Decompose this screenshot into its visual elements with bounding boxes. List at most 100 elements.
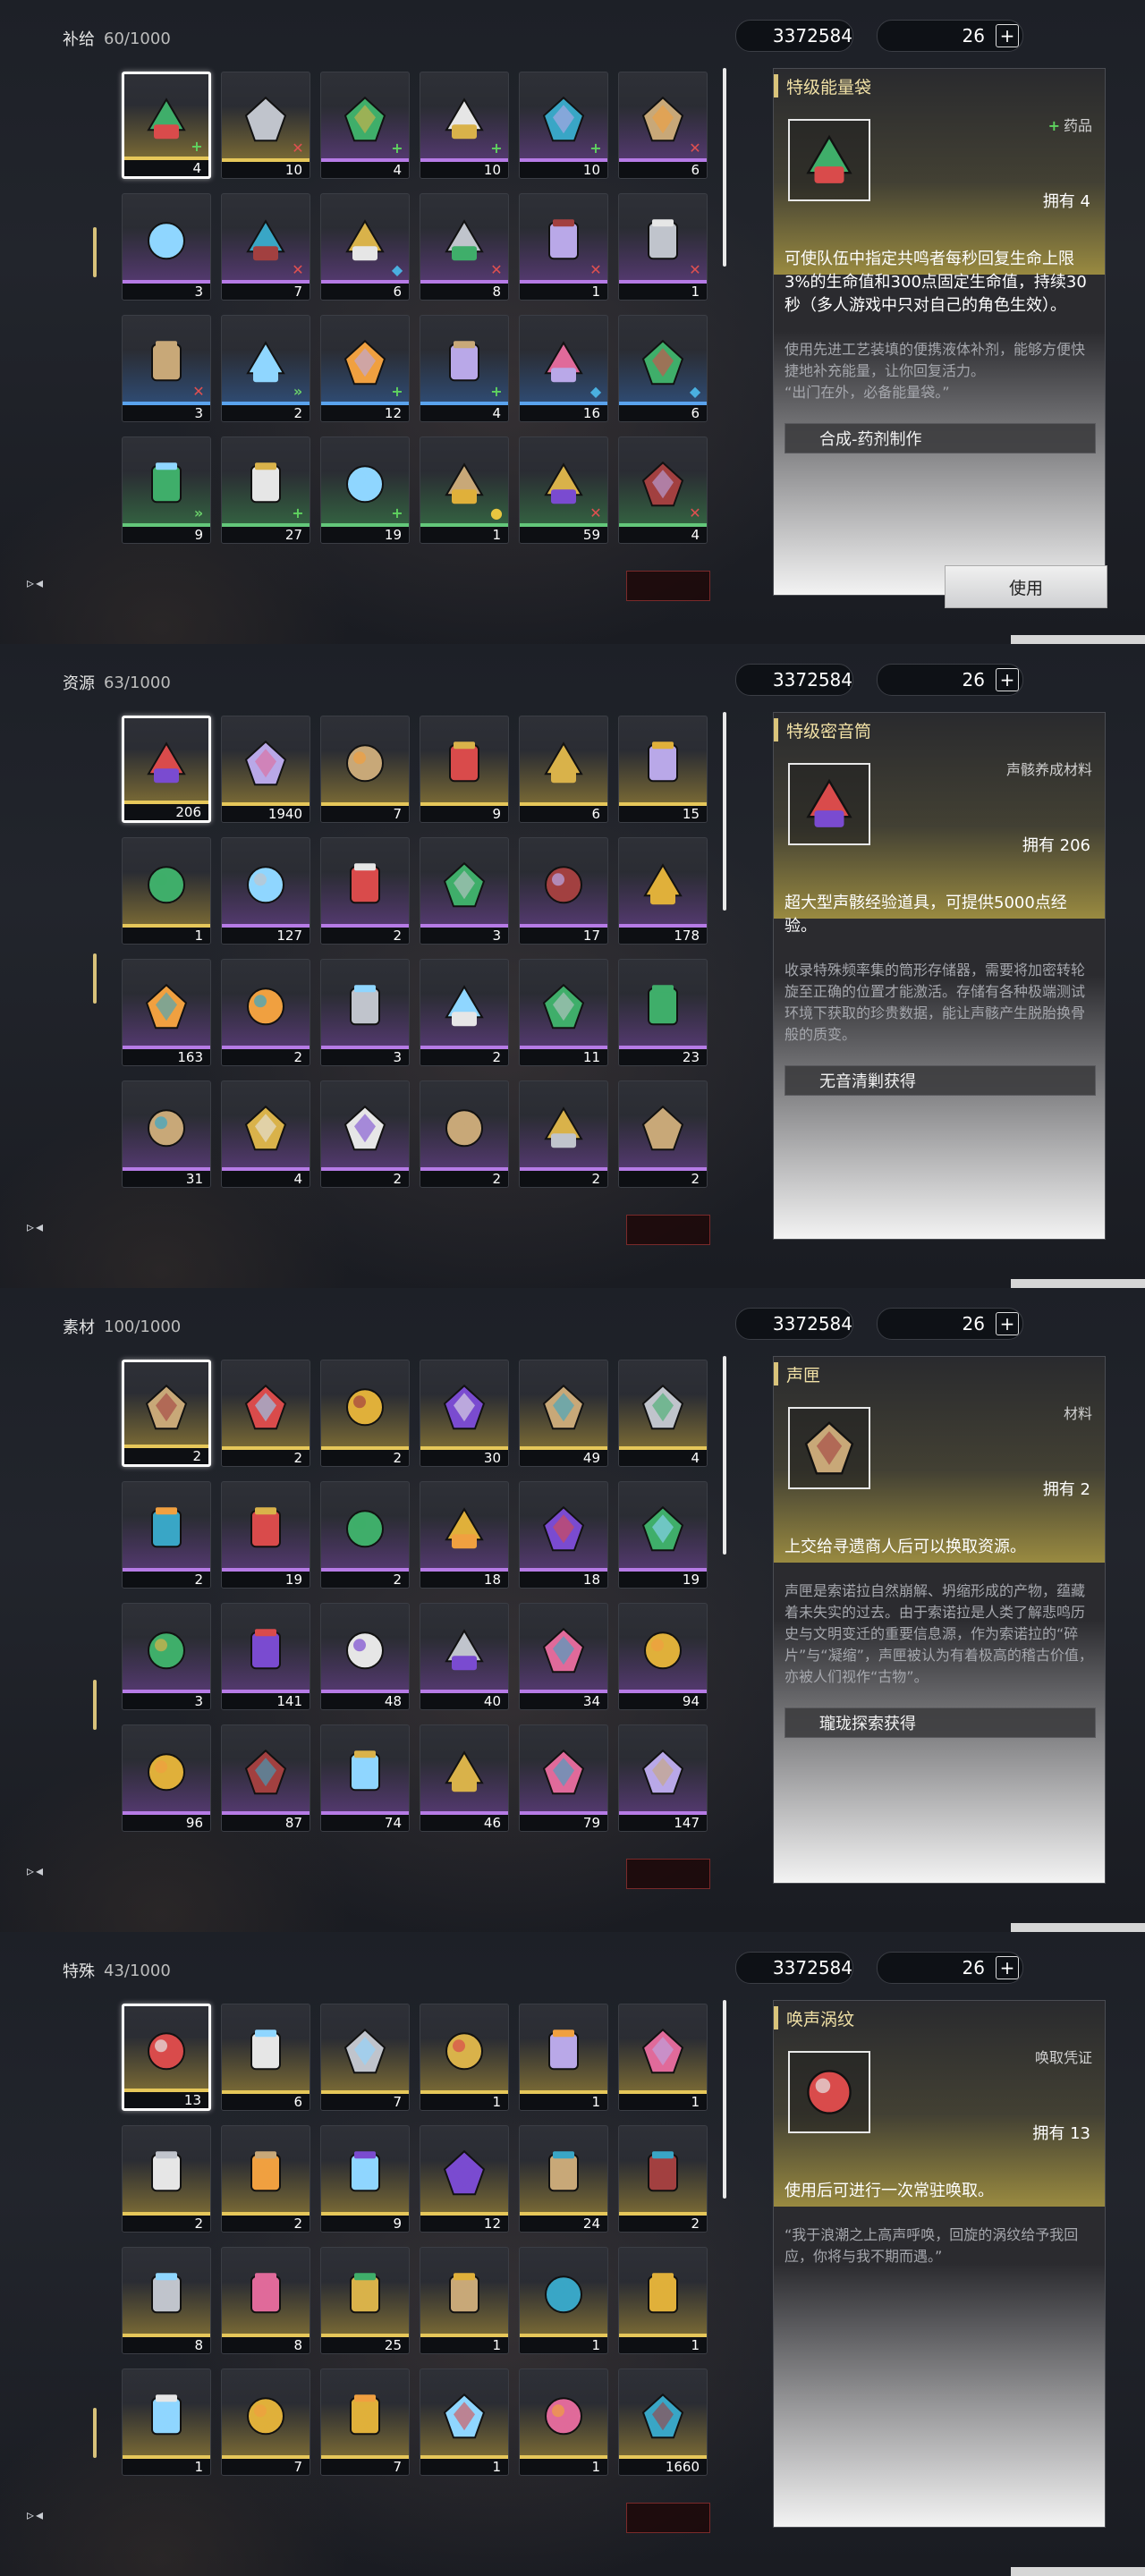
item-slot-plate-dish[interactable]: ✕ 4 [618, 436, 708, 544]
use-button[interactable]: 使用 [945, 565, 1107, 608]
item-slot-cyan-coral[interactable]: 1660 [618, 2368, 708, 2476]
item-slot-soup-bowl[interactable]: 2 [320, 1481, 410, 1589]
discard-button[interactable] [626, 2503, 710, 2533]
item-slot-supply-box-4[interactable]: 9 [320, 2125, 410, 2233]
item-slot-red-can[interactable]: ◆ 6 [320, 193, 410, 301]
item-slot-pancake[interactable]: ◆ 16 [519, 315, 608, 422]
sidebar-tab-material-box[interactable] [23, 2326, 68, 2371]
item-slot-prism-white[interactable]: 18 [420, 1481, 509, 1589]
item-slot-gold-dust[interactable]: 7 [221, 2368, 310, 2476]
item-slot-gold-cube[interactable]: 3 [122, 193, 211, 301]
source-link[interactable]: 瓏珑探索获得 [785, 1707, 1096, 1738]
source-link[interactable]: 无音清剿获得 [785, 1065, 1096, 1096]
sidebar-tab-quest-note[interactable] [23, 1123, 68, 1167]
item-slot-dark-orb[interactable]: 3 [320, 959, 410, 1066]
sidebar-tab-material-box[interactable] [23, 1038, 68, 1083]
item-slot-teal-bag[interactable]: +4 [420, 315, 509, 422]
item-slot-supply-box-10[interactable]: 1 [519, 2247, 608, 2354]
item-slot-gold-cube-2[interactable]: ✕ 7 [221, 193, 310, 301]
item-slot-blue-bag[interactable]: ✕ 3 [122, 315, 211, 422]
item-slot-supply-box-8[interactable]: 25 [320, 2247, 410, 2354]
item-slot-red-rock[interactable]: 15 [618, 716, 708, 823]
sidebar-tab-resource-gear[interactable] [23, 1600, 68, 1645]
sidebar-tab-quest-note[interactable] [23, 1767, 68, 1811]
item-slot-fire-bloom[interactable]: 3 [420, 837, 509, 945]
item-slot-mech-core[interactable]: 31 [122, 1080, 211, 1188]
sidebar-tab-swords[interactable] [23, 65, 68, 110]
item-slot-gold-sword[interactable]: 7 [320, 2004, 410, 2111]
item-slot-lemon[interactable]: 94 [618, 1603, 708, 1710]
item-slot-flame-wisp[interactable]: 2 [618, 1080, 708, 1188]
item-slot-bottle-pink[interactable]: ● 1 [420, 436, 509, 544]
sidebar-tab-swords[interactable] [23, 709, 68, 754]
item-slot-purple-pill[interactable]: +10 [420, 72, 509, 179]
sidebar-tab-quest-note[interactable] [23, 479, 68, 523]
item-slot-spark-gold[interactable]: 2 [320, 1080, 410, 1188]
item-slot-supply-box-5[interactable]: 2 [618, 2125, 708, 2233]
item-slot-pink-lily[interactable]: 96 [122, 1724, 211, 1832]
grid-scrollbar[interactable] [723, 2000, 726, 2199]
item-slot-sound-cube[interactable]: 2 [122, 1360, 211, 1467]
item-slot-white-pill[interactable]: +12 [320, 315, 410, 422]
item-slot-prism-gold[interactable]: 4 [618, 1360, 708, 1467]
item-slot-ember-orb[interactable]: 17 [519, 837, 608, 945]
item-slot-green-bag[interactable]: +19 [320, 436, 410, 544]
item-slot-red-flower[interactable]: 87 [221, 1724, 310, 1832]
item-slot-orange-bun[interactable]: ◆ 6 [618, 315, 708, 422]
close-icon[interactable] [1059, 20, 1097, 57]
sidebar-tab-echo-mask[interactable] [23, 1436, 68, 1480]
item-slot-white-pill-2[interactable]: +27 [221, 436, 310, 544]
item-slot-lustrous-tide[interactable]: 13 [122, 2004, 211, 2111]
discard-button[interactable] [626, 1215, 710, 1245]
item-slot-gold-crate[interactable]: 11 [519, 959, 608, 1066]
item-slot-green-cake[interactable]: +4 [320, 72, 410, 179]
sidebar-tab-echo-mask[interactable] [23, 792, 68, 836]
item-slot-supply-box-9[interactable]: 1 [420, 2247, 509, 2354]
sidebar-tab-quest-note[interactable] [23, 2411, 68, 2455]
item-slot-sonance-casket-gold[interactable]: 206 [122, 716, 211, 823]
item-slot-supply-box-7[interactable]: 8 [221, 2247, 310, 2354]
source-link[interactable]: 合成-药剂制作 [785, 423, 1096, 453]
item-slot-amber-vial[interactable]: 30 [420, 1360, 509, 1467]
item-slot-mushroom[interactable]: 74 [320, 1724, 410, 1832]
item-slot-cyan-crystal[interactable]: 23 [618, 959, 708, 1066]
item-slot-gold-flame[interactable]: 2 [221, 1360, 310, 1467]
add-astrite-button[interactable]: + [996, 668, 1019, 691]
item-slot-purple-bag[interactable]: +10 [519, 72, 608, 179]
item-slot-white-daisy[interactable]: 46 [420, 1724, 509, 1832]
item-slot-amber-bottle[interactable]: 19 [221, 1481, 310, 1589]
item-slot-green-shard[interactable]: 2 [519, 1080, 608, 1188]
item-slot-violet-shard[interactable]: 1 [122, 2368, 211, 2476]
item-slot-gold-star[interactable]: 2 [221, 959, 310, 1066]
item-slot-energy-bag-gold[interactable]: +4 [122, 72, 211, 179]
item-slot-green-shield[interactable]: 1 [519, 2004, 608, 2111]
item-slot-pink-portrait[interactable]: 1 [420, 2004, 509, 2111]
sidebar-tab-capsule[interactable] [23, 2162, 68, 2207]
item-slot-violet-gem[interactable]: 163 [122, 959, 211, 1066]
item-slot-spark-blue[interactable]: 4 [221, 1080, 310, 1188]
item-slot-eggs[interactable]: 141 [221, 1603, 310, 1710]
item-slot-ticket-strip[interactable]: 1 [618, 2247, 708, 2354]
sidebar-tab-resource-gear[interactable] [23, 2244, 68, 2289]
item-slot-green-pyramid[interactable]: 3 [122, 1603, 211, 1710]
item-slot-blue-flower[interactable]: 40 [420, 1603, 509, 1710]
item-slot-wind-orb[interactable]: 2 [320, 837, 410, 945]
grid-scrollbar[interactable] [723, 68, 726, 267]
sidebar-expand-icon[interactable]: ▹◂ [27, 2506, 45, 2523]
item-slot-coral-twig[interactable]: 79 [519, 1724, 608, 1832]
item-slot-amber-orb[interactable]: 7 [320, 716, 410, 823]
sidebar-tab-capsule[interactable] [23, 874, 68, 919]
item-slot-red-bag[interactable]: ✕ 8 [420, 193, 509, 301]
grid-scrollbar[interactable] [723, 1356, 726, 1555]
item-slot-cane-tube[interactable]: 127 [221, 837, 310, 945]
discard-button[interactable] [626, 571, 710, 601]
item-slot-roll-tube[interactable]: 1 [122, 837, 211, 945]
sidebar-expand-icon[interactable]: ▹◂ [27, 1862, 45, 1879]
item-slot-purple-tube[interactable]: 178 [618, 837, 708, 945]
item-slot-supply-box-2[interactable]: 2 [122, 2125, 211, 2233]
item-slot-blue-card[interactable]: 1 [519, 2368, 608, 2476]
item-slot-supply-box-3[interactable]: 2 [221, 2125, 310, 2233]
item-slot-tech-card[interactable]: 2 [320, 1360, 410, 1467]
item-slot-silver-ring[interactable]: 2 [420, 959, 509, 1066]
item-slot-steel-cube[interactable]: 49 [519, 1360, 608, 1467]
